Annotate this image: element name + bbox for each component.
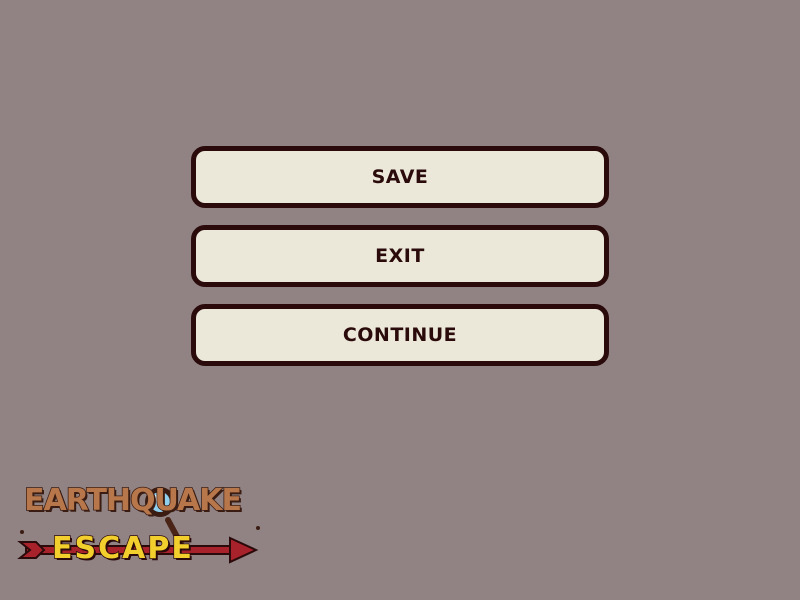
continue-button[interactable]: CONTINUE [191,304,609,366]
logo-title-line2: ESCAPE [51,531,194,566]
game-logo: EARTHQUAKE ESCAPE [16,480,266,576]
exit-button[interactable]: EXIT [191,225,609,287]
pause-menu: SAVE EXIT CONTINUE [191,146,609,366]
logo-title-line1: EARTHQUAKE [23,483,242,518]
save-button[interactable]: SAVE [191,146,609,208]
